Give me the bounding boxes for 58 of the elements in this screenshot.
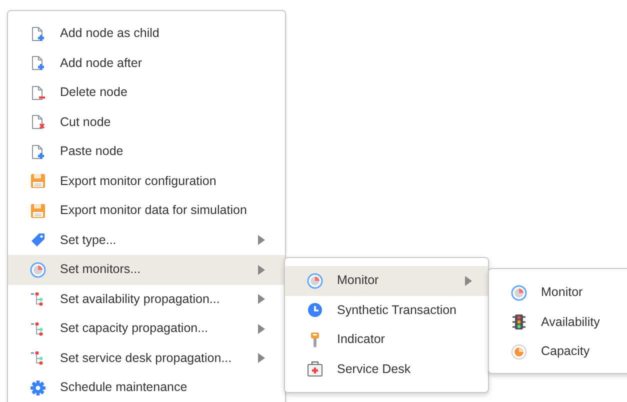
document-minus-icon (30, 84, 46, 101)
hierarchy-icon (30, 291, 46, 308)
menu-item[interactable]: Export monitor configuration (8, 166, 285, 196)
document-plus-icon (30, 26, 46, 42)
menu-item[interactable]: Monitor (285, 266, 488, 296)
menu-item[interactable]: Set monitors... (8, 255, 285, 284)
menu-item[interactable]: Set availability propagation... (8, 284, 285, 314)
menu-item-label: Schedule maintenance (60, 379, 188, 396)
menu-item-label: Availability (541, 314, 600, 331)
menu-item-label: Delete node (60, 84, 128, 102)
document-cross-icon (30, 114, 46, 130)
key-icon (309, 332, 321, 348)
menu-item-label: Indicator (337, 331, 385, 348)
menu-item-label: Set service desk propagation... (60, 350, 232, 367)
menu-item-label: Monitor (541, 284, 583, 302)
document-plus-icon (30, 55, 46, 72)
tag-icon (30, 232, 46, 248)
menu-item[interactable]: Synthetic Transaction (285, 296, 488, 325)
menu-item[interactable]: Delete node (8, 78, 285, 108)
menu-item-label: Service Desk (337, 360, 411, 378)
menu-item-label: Export monitor configuration (60, 172, 216, 190)
menu-item-label: Add node after (60, 54, 142, 72)
gauge-icon (511, 284, 527, 301)
menu-item-label: Add node as child (60, 25, 160, 42)
menu-item-label: Set monitors... (60, 261, 141, 278)
first-aid-kit-icon (307, 361, 323, 378)
menu-item[interactable]: Set service desk propagation... (8, 344, 285, 373)
menu-item[interactable]: Indicator (285, 325, 488, 354)
menu-item[interactable]: Capacity (489, 337, 627, 366)
menu-item[interactable]: Export monitor data for simulation (8, 196, 285, 226)
hierarchy-icon (30, 350, 46, 366)
menu-item-label: Synthetic Transaction (337, 302, 457, 319)
menu-item-label: Paste node (60, 143, 124, 160)
menu-item-label: Set availability propagation... (60, 290, 220, 308)
menu-item[interactable]: Set capacity propagation... (8, 314, 285, 344)
hierarchy-icon (30, 320, 46, 337)
traffic-light-icon (511, 314, 527, 330)
pie-chart-icon (511, 344, 527, 360)
menu-item[interactable]: Paste node (8, 137, 285, 166)
gauge-icon (30, 262, 46, 278)
menu-item[interactable]: Cut node (8, 108, 285, 137)
menu-item[interactable]: Availability (489, 308, 627, 337)
menu-item[interactable]: Set type... (8, 226, 285, 255)
settings-icon (30, 380, 46, 396)
menu-item-label: Set type... (60, 232, 116, 249)
document-plus-icon (30, 144, 46, 160)
gauge-icon (307, 272, 323, 289)
menu-item-label: Monitor (337, 272, 379, 290)
menu-item-label: Cut node (60, 114, 111, 131)
menu-item[interactable]: Add node as child (8, 19, 285, 48)
menu-item-label: Set capacity propagation... (60, 320, 208, 338)
menu-item[interactable]: Service Desk (285, 354, 488, 384)
clock-icon (307, 302, 323, 318)
menu-item[interactable]: Monitor (489, 278, 627, 308)
menu-item[interactable]: Schedule maintenance (8, 373, 285, 402)
menu-item-label: Export monitor data for simulation (60, 202, 247, 220)
menu-item-label: Capacity (541, 343, 590, 360)
menu-item[interactable]: Add node after (8, 48, 285, 78)
